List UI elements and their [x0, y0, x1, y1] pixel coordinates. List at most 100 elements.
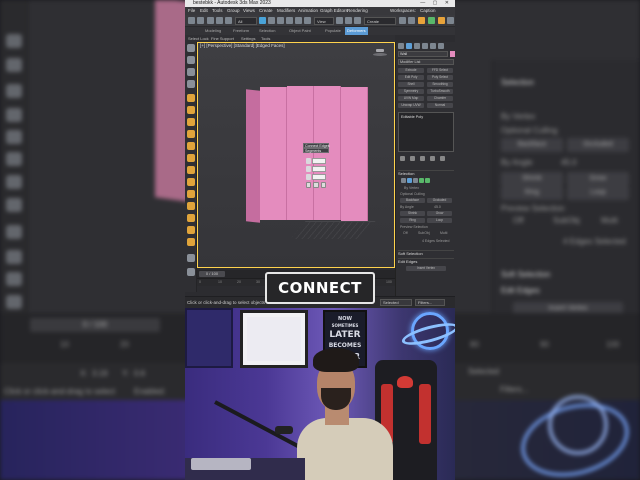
ok-check-icon[interactable] [306, 182, 312, 188]
camera-icon[interactable] [187, 238, 195, 246]
tab-freeform[interactable]: Freeform [233, 27, 249, 35]
helper-icon[interactable] [187, 214, 195, 222]
edge-icon[interactable] [407, 178, 412, 183]
teapot-icon[interactable] [187, 190, 195, 198]
box-icon[interactable] [187, 118, 195, 126]
plane-icon[interactable] [187, 178, 195, 186]
insert-vertex-button[interactable]: Insert Vertex [406, 266, 446, 271]
make-unique-icon[interactable] [420, 156, 425, 161]
modifier-button[interactable]: Symmetry [398, 89, 424, 94]
soft-selection-header[interactable]: Soft Selection [398, 251, 454, 257]
rect-selection-icon[interactable] [277, 17, 284, 24]
menu-create[interactable]: Create [259, 7, 273, 15]
menu-animation[interactable]: Animation [298, 7, 318, 15]
tab-modeling[interactable]: Modeling [205, 27, 221, 35]
remove-modifier-icon[interactable] [430, 156, 435, 161]
modifier-button[interactable]: Smoothing [427, 82, 453, 87]
object-color-swatch[interactable] [450, 51, 455, 57]
occluded-button[interactable]: Occluded [427, 198, 452, 203]
menu-modifiers[interactable]: Modifiers [277, 7, 295, 15]
render-icon[interactable] [438, 17, 445, 24]
pivot-icon[interactable] [336, 17, 343, 24]
snaps-icon[interactable] [345, 17, 352, 24]
unlink-icon[interactable] [216, 17, 223, 24]
torus-icon[interactable] [187, 142, 195, 150]
select-object-icon[interactable] [259, 17, 266, 24]
motion-tab-icon[interactable] [422, 43, 428, 49]
modifier-button[interactable]: Edit Poly [398, 75, 424, 80]
sphere-icon[interactable] [187, 68, 195, 76]
hierarchy-tab-icon[interactable] [414, 43, 420, 49]
palette-icon[interactable] [187, 254, 195, 262]
modifier-stack[interactable]: Editable Poly [398, 112, 454, 152]
viewcube-icon[interactable] [373, 49, 387, 57]
modifier-button[interactable]: FFD Select [427, 68, 453, 73]
select-by-name-icon[interactable] [268, 17, 275, 24]
loop-button[interactable]: Loop [427, 218, 452, 223]
pyramid-icon[interactable] [187, 166, 195, 174]
utility-icon[interactable] [187, 268, 195, 276]
viewport-label[interactable]: [+] [Perspective] [Standard] [Edged Face… [200, 43, 285, 48]
modifier-button[interactable]: Chamfer [427, 96, 453, 101]
slide-field[interactable] [312, 174, 326, 180]
circle-icon[interactable] [187, 56, 195, 64]
configure-sets-icon[interactable] [440, 156, 445, 161]
link-icon[interactable] [207, 17, 214, 24]
preview-off-radio[interactable]: Off [403, 231, 408, 235]
cancel-x-icon[interactable] [320, 182, 326, 188]
menu-file[interactable]: File [188, 7, 195, 15]
tab-selection[interactable]: Selection [259, 27, 275, 35]
edit-edges-header[interactable]: Edit Edges [398, 259, 454, 265]
utilities-tab-icon[interactable] [438, 43, 444, 49]
by-angle-checkbox[interactable]: By Angle [400, 205, 414, 209]
window-controls[interactable]: — ▢ ✕ [420, 0, 452, 7]
show-end-result-icon[interactable] [410, 156, 415, 161]
key-mode-dropdown[interactable]: Selected [380, 299, 412, 306]
modifier-list-dropdown[interactable]: Modifier List [398, 59, 454, 65]
bind-icon[interactable] [225, 17, 232, 24]
material-editor-icon[interactable] [418, 17, 425, 24]
selection-set-field[interactable]: Create Selection Se [364, 17, 396, 31]
vertex-icon[interactable] [401, 178, 406, 183]
modifier-button[interactable]: Shell [398, 82, 424, 87]
align-icon[interactable] [408, 17, 415, 24]
perspective-viewport[interactable]: [+] [Perspective] [Standard] [Edged Face… [197, 42, 395, 268]
ribbon-fine-support[interactable]: Fine Support [211, 35, 234, 42]
stack-item-editable-poly[interactable]: Editable Poly [401, 115, 423, 119]
shrink-button[interactable]: Shrink [400, 211, 425, 216]
border-icon[interactable] [413, 178, 418, 183]
more-tools-icon[interactable] [447, 17, 454, 24]
tab-object-paint[interactable]: Object Paint [289, 27, 311, 35]
modifier-button[interactable]: Normal [427, 103, 453, 108]
pin-stack-icon[interactable] [400, 156, 405, 161]
polygon-icon[interactable] [419, 178, 424, 183]
time-slider-knob[interactable]: 0 / 100 [199, 271, 225, 277]
angle-snap-icon[interactable] [354, 17, 361, 24]
cone-icon[interactable] [187, 80, 195, 88]
modify-tab-icon[interactable] [406, 43, 412, 49]
modifier-button[interactable]: Unwrap UVW [398, 103, 424, 108]
tube-icon[interactable] [187, 154, 195, 162]
cylinder-icon[interactable] [187, 130, 195, 138]
preview-subobj-radio[interactable]: SubObj [418, 231, 430, 235]
sun-icon[interactable] [187, 44, 195, 52]
mirror-icon[interactable] [399, 17, 406, 24]
menu-views[interactable]: Views [243, 7, 255, 15]
menu-tools[interactable]: Tools [212, 7, 223, 15]
modifier-button[interactable]: Poly Select [427, 75, 453, 80]
ribbon-settings[interactable]: Settings [241, 35, 255, 42]
ring-button[interactable]: Ring [400, 218, 425, 223]
tab-populate[interactable]: Populate [325, 27, 341, 35]
apply-plus-icon[interactable] [313, 182, 319, 188]
scale-icon[interactable] [304, 17, 311, 24]
selection-filter-dropdown[interactable]: All [235, 17, 257, 25]
light-icon[interactable] [187, 226, 195, 234]
undo-icon[interactable] [188, 17, 195, 24]
menu-group[interactable]: Group [227, 7, 240, 15]
selection-rollout-header[interactable]: Selection [398, 171, 454, 177]
element-icon[interactable] [425, 178, 430, 183]
menu-edit[interactable]: Edit [200, 7, 208, 15]
object-name-field[interactable]: Wall [398, 51, 448, 57]
tab-deformers[interactable]: Deformers [345, 27, 368, 35]
grow-button[interactable]: Grow [427, 211, 452, 216]
